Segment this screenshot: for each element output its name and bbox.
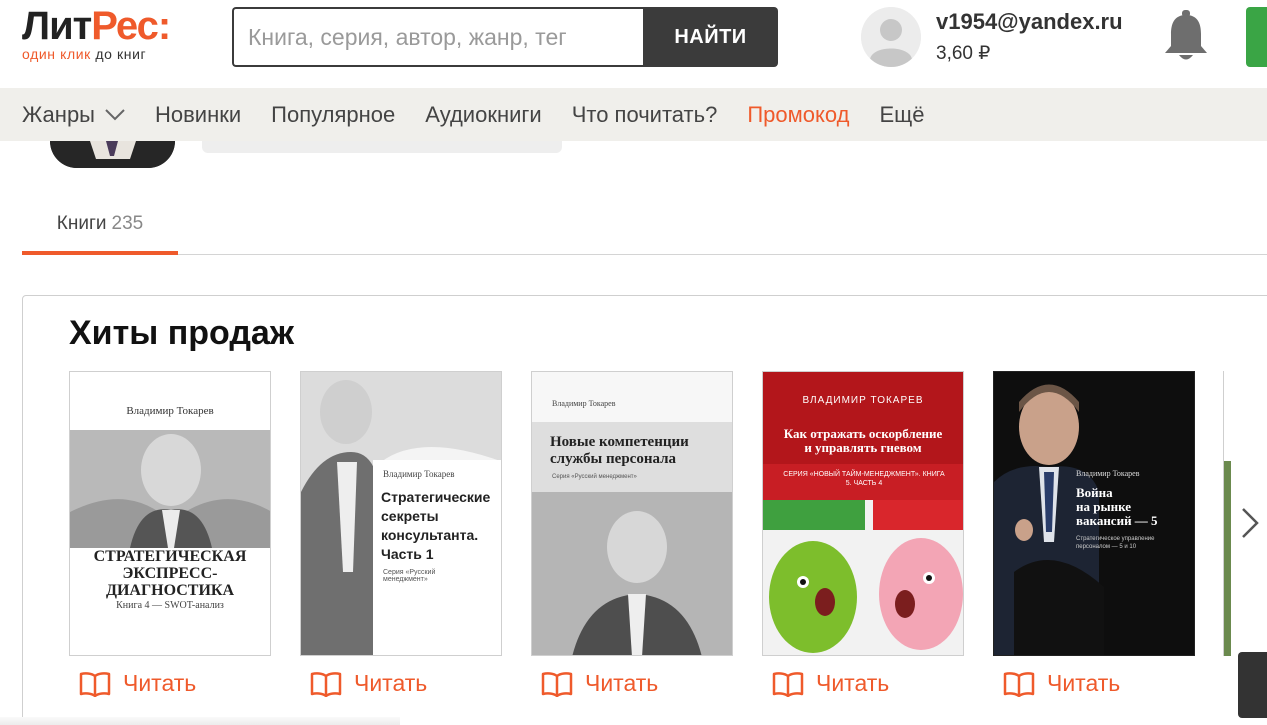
book-cover[interactable]: Владимир Токарев Война на рынке вакансий…	[993, 371, 1195, 656]
book-subtitle: СЕРИЯ «НОВЫЙ ТАЙМ-МЕНЕДЖМЕНТ». КНИГА 5. …	[783, 471, 945, 487]
read-button[interactable]: Читать	[79, 670, 271, 697]
author-tabs: Книги 235	[22, 197, 1267, 255]
books-count: 235	[111, 213, 144, 234]
nav-what-to-read[interactable]: Что почитать?	[572, 102, 718, 128]
book-author: ВЛАДИМИР ТОКАРЕВ	[802, 395, 924, 406]
tab-books[interactable]: Книги 235	[22, 197, 178, 255]
book-cover[interactable]: ВЛАДИМИР ТОКАРЕВ Как отражать оскорблени…	[762, 371, 964, 656]
read-button[interactable]: Читать	[310, 670, 502, 697]
bestsellers-shelf: Хиты продаж Владимир Токарев СТРАТЕГИЧЕС…	[22, 295, 1267, 725]
book-subtitle: Стратегическое управление персоналом — 5…	[1076, 536, 1155, 550]
book-card: ВЛАДИМИР ТОКАРЕВ Как отражать оскорблени…	[762, 371, 964, 697]
logo-wordmark: ЛитРес:	[22, 4, 171, 48]
read-button[interactable]: Читать	[772, 670, 964, 697]
chevron-right-icon[interactable]	[1239, 501, 1263, 545]
user-silhouette-icon	[861, 7, 921, 67]
green-action-button[interactable]	[1246, 7, 1267, 67]
book-author: Владимир Токарев	[1076, 469, 1140, 478]
logo-tagline: один клик до книг	[22, 46, 147, 62]
nav-promocode[interactable]: Промокод	[747, 102, 849, 128]
book-title: Как отражать оскорбление и управлять гне…	[783, 426, 943, 455]
book-title: Стратегические секреты консультанта. Час…	[381, 489, 491, 562]
bottom-edge	[0, 717, 400, 725]
author-info-placeholder	[202, 141, 562, 153]
book-cover[interactable]: Владимир Токарев СТРАТЕГИЧЕСКАЯ ЭКСПРЕСС…	[69, 371, 271, 656]
book-cover[interactable]: Владимир Токарев Новые компетенции служб…	[531, 371, 733, 656]
book-cover[interactable]: Владимир Токарев Стратегические секреты …	[300, 371, 502, 656]
book-author: Владимир Токарев	[383, 469, 455, 479]
book-subtitle: Книга 4 — SWOT-анализ	[116, 600, 224, 611]
litres-logo[interactable]: ЛитРес: один клик до книг	[22, 4, 171, 62]
book-card: Владимир Токарев СТРАТЕГИЧЕСКАЯ ЭКСПРЕСС…	[69, 371, 271, 697]
read-button[interactable]: Читать	[1003, 670, 1195, 697]
book-title: Война на рынке вакансий — 5	[1076, 485, 1158, 528]
book-author: Владимир Токарев	[126, 405, 214, 417]
book-card: Владимир Токарев Война на рынке вакансий…	[993, 371, 1195, 697]
book-cover-partial[interactable]	[1223, 371, 1231, 656]
read-button[interactable]: Читать	[541, 670, 733, 697]
open-book-icon	[1003, 671, 1035, 697]
book-title: Новые компетенции службы персонала	[550, 434, 689, 467]
open-book-icon	[541, 671, 573, 697]
nav-popular[interactable]: Популярное	[271, 102, 395, 128]
book-title: СТРАТЕГИЧЕСКАЯ ЭКСПРЕСС- ДИАГНОСТИКА	[93, 548, 247, 599]
bell-icon[interactable]	[1162, 8, 1210, 62]
open-book-icon	[772, 671, 804, 697]
chevron-down-icon	[105, 108, 125, 120]
shelf-title: Хиты продаж	[69, 314, 294, 352]
side-widget-tab[interactable]	[1238, 652, 1267, 718]
book-author: Владимир Токарев	[552, 399, 616, 408]
user-avatar[interactable]	[861, 7, 921, 67]
user-email[interactable]: v1954@yandex.ru	[936, 9, 1123, 35]
author-photo	[50, 141, 175, 168]
open-book-icon	[79, 671, 111, 697]
book-card: Владимир Токарев Новые компетенции служб…	[531, 371, 733, 697]
user-balance: 3,60 ₽	[936, 43, 991, 64]
nav-more[interactable]: Ещё	[879, 102, 924, 128]
search-button[interactable]: НАЙТИ	[643, 7, 778, 67]
open-book-icon	[310, 671, 342, 697]
book-subtitle: Серия «Русский менеджмент»	[383, 569, 436, 583]
search-input[interactable]	[232, 7, 643, 67]
nav-new[interactable]: Новинки	[155, 102, 241, 128]
nav-genres[interactable]: Жанры	[22, 102, 125, 128]
search-bar: НАЙТИ	[232, 7, 778, 67]
book-card: Владимир Токарев Стратегические секреты …	[300, 371, 502, 697]
site-header: ЛитРес: один клик до книг НАЙТИ v1954@ya…	[0, 0, 1267, 88]
nav-audiobooks[interactable]: Аудиокниги	[425, 102, 541, 128]
main-nav: Жанры Новинки Популярное Аудиокниги Что …	[0, 88, 1267, 141]
book-subtitle: Серия «Русский менеджмент»	[552, 474, 637, 480]
